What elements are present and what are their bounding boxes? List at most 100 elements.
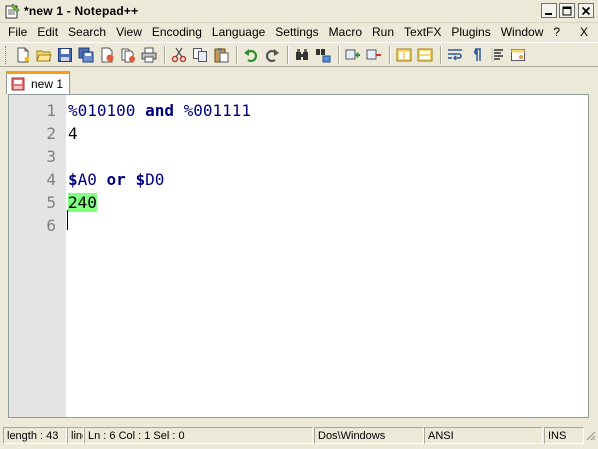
toolbar <box>0 42 598 67</box>
code-token: %001111 <box>173 101 252 120</box>
toolbar-separator <box>389 46 391 64</box>
status-lines: lines : 6 <box>67 427 84 444</box>
replace-icon <box>316 49 331 63</box>
new-file-icon <box>17 47 30 63</box>
menu-language[interactable]: Language <box>207 23 270 41</box>
sync-vertical-icon <box>396 48 412 62</box>
save-button[interactable] <box>56 46 74 64</box>
code-token: D0 <box>145 170 165 189</box>
status-encoding: ANSI <box>424 427 543 444</box>
minimize-icon <box>545 12 552 15</box>
status-bar: length : 43 lines : 6 Ln : 6 Col : 1 Sel… <box>0 425 598 449</box>
toolbar-separator <box>236 46 238 64</box>
line-number: 2 <box>46 124 56 143</box>
code-line: 4 <box>68 122 78 145</box>
close-window-button[interactable] <box>578 3 594 18</box>
indent-guide-button[interactable] <box>488 46 506 64</box>
code-keyword: or <box>106 170 126 189</box>
menu-textfx[interactable]: TextFX <box>399 23 446 41</box>
line-number-gutter: 1 2 3 4 5 6 <box>9 95 66 417</box>
close-all-icon <box>121 48 135 63</box>
word-wrap-icon <box>448 49 462 61</box>
open-file-button[interactable] <box>35 46 53 64</box>
code-keyword: and <box>145 101 174 120</box>
title-bar: *new 1 - Notepad++ <box>0 0 598 23</box>
show-all-characters-icon <box>474 48 481 61</box>
code-line: 240 <box>68 191 97 214</box>
maximize-icon <box>562 6 572 15</box>
code-result-highlight: 240 <box>68 193 97 212</box>
toolbar-grip[interactable] <box>5 46 9 64</box>
tab-label: new 1 <box>31 77 64 91</box>
close-file-icon <box>101 47 114 63</box>
zoom-in-icon <box>345 49 360 60</box>
menu-macro[interactable]: Macro <box>324 23 367 41</box>
open-file-icon <box>36 50 52 62</box>
redo-icon <box>265 49 279 63</box>
status-position: Ln : 6 Col : 1 Sel : 0 <box>84 427 313 444</box>
close-file-button[interactable] <box>98 46 116 64</box>
close-all-button[interactable] <box>119 46 137 64</box>
cut-button[interactable] <box>170 46 188 64</box>
menu-help[interactable]: ? <box>548 23 565 41</box>
code-line: $A0 or $D0 <box>68 168 164 191</box>
menu-plugins[interactable]: Plugins <box>446 23 495 41</box>
replace-button[interactable] <box>314 46 332 64</box>
editor-area[interactable]: 1 2 3 4 5 6 %010100 and %001111 4 $A0 or… <box>8 94 589 418</box>
undo-icon <box>244 49 258 63</box>
menu-settings[interactable]: Settings <box>270 23 323 41</box>
resize-grip-icon[interactable] <box>584 429 596 441</box>
new-file-button[interactable] <box>14 46 32 64</box>
menu-run[interactable]: Run <box>367 23 399 41</box>
menu-encoding[interactable]: Encoding <box>147 23 207 41</box>
zoom-out-icon <box>366 49 381 60</box>
status-insert-mode: INS <box>544 427 584 444</box>
menu-file[interactable]: File <box>0 23 32 41</box>
sync-horizontal-button[interactable] <box>416 46 434 64</box>
status-eol-format: Dos\Windows <box>314 427 424 444</box>
show-all-characters-button[interactable] <box>467 46 485 64</box>
toolbar-separator <box>164 46 166 64</box>
copy-button[interactable] <box>191 46 209 64</box>
notepadpp-app-icon <box>4 3 20 19</box>
maximize-button[interactable] <box>559 3 575 18</box>
toolbar-separator <box>338 46 340 64</box>
unsaved-file-icon <box>11 77 25 91</box>
menu-bar: File Edit Search View Encoding Language … <box>0 22 598 42</box>
menu-view[interactable]: View <box>111 23 147 41</box>
notepadpp-window: *new 1 - Notepad++ File Edit Search View… <box>0 0 598 449</box>
close-icon <box>581 6 591 15</box>
user-define-dialog-button[interactable] <box>509 46 527 64</box>
code-token: A0 <box>77 170 107 189</box>
word-wrap-button[interactable] <box>446 46 464 64</box>
sync-vertical-button[interactable] <box>395 46 413 64</box>
find-button[interactable] <box>293 46 311 64</box>
code-line: %010100 and %001111 <box>68 99 251 122</box>
zoom-out-button[interactable] <box>365 46 383 64</box>
undo-button[interactable] <box>242 46 260 64</box>
text-caret <box>67 210 68 230</box>
save-icon <box>58 48 72 62</box>
menu-search[interactable]: Search <box>63 23 111 41</box>
close-document-button[interactable]: X <box>580 22 588 42</box>
menu-window[interactable]: Window <box>496 23 549 41</box>
zoom-in-button[interactable] <box>344 46 362 64</box>
tab-new-1[interactable]: new 1 <box>6 71 70 94</box>
minimize-button[interactable] <box>541 3 557 18</box>
print-button[interactable] <box>140 46 158 64</box>
toolbar-separator <box>440 46 442 64</box>
paste-icon <box>214 48 229 63</box>
status-length: length : 43 <box>3 427 67 444</box>
line-number: 6 <box>46 216 56 235</box>
line-number: 1 <box>46 101 56 120</box>
sync-horizontal-icon <box>417 48 433 62</box>
user-define-dialog-icon <box>511 49 525 61</box>
paste-button[interactable] <box>212 46 230 64</box>
menu-edit[interactable]: Edit <box>32 23 63 41</box>
save-all-button[interactable] <box>77 46 95 64</box>
line-number: 3 <box>46 147 56 166</box>
document-tab-bar: new 1 <box>0 67 598 94</box>
cut-icon <box>171 47 187 63</box>
redo-button[interactable] <box>263 46 281 64</box>
